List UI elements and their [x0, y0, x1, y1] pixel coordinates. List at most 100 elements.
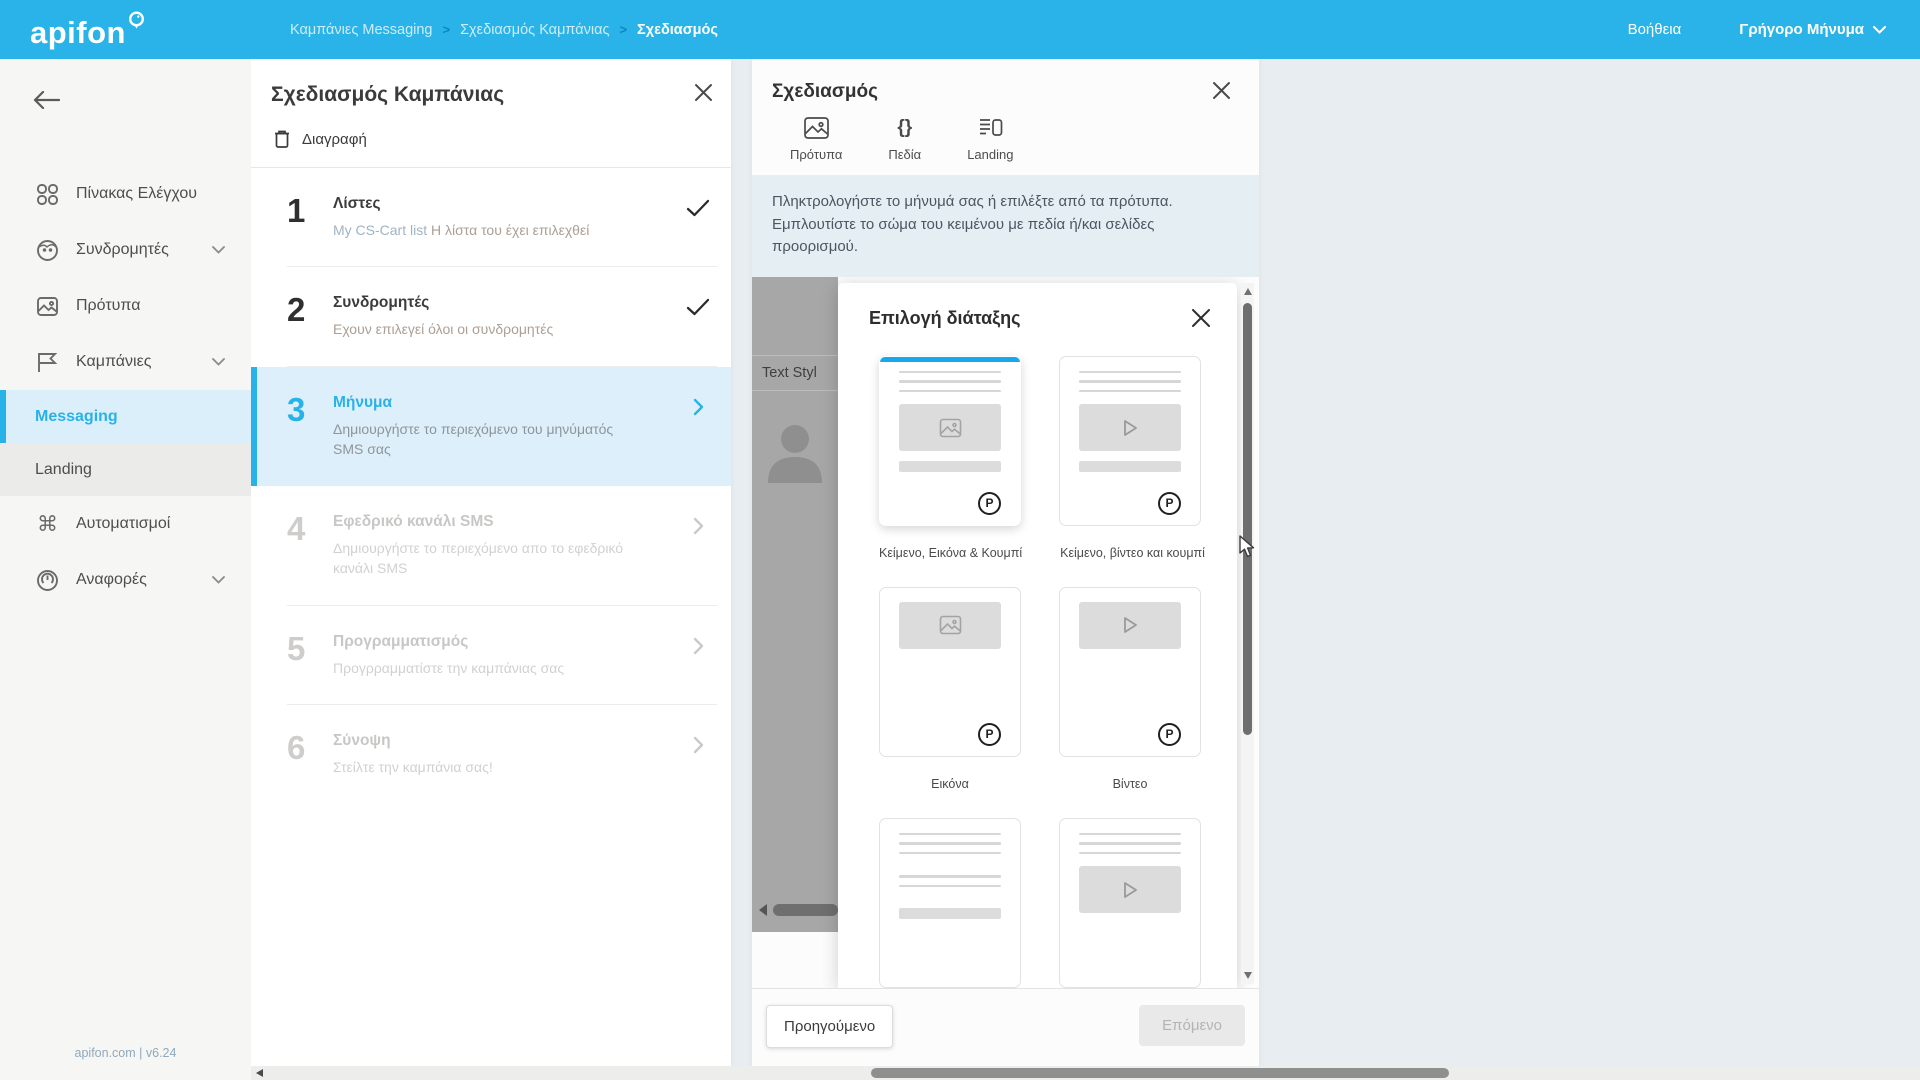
apifon-logo[interactable]: apifon: [0, 11, 250, 48]
scrollbar-thumb[interactable]: [871, 1068, 1449, 1078]
sidebar-item-subscribers[interactable]: Συνδρομητές: [0, 222, 251, 278]
chevron-down-icon: [212, 358, 225, 366]
preview-horizontal-scrollbar[interactable]: [759, 904, 838, 916]
breadcrumb-item[interactable]: Σχεδιασμός Καμπάνιας: [460, 22, 609, 38]
step-title: Λίστες: [333, 195, 671, 213]
design-toolbar: Πρότυπα {} Πεδία Landing: [752, 103, 1259, 175]
landing-page-icon: [977, 115, 1004, 141]
editor-toolbar-clipped: Text Styl: [752, 355, 838, 391]
button-placeholder: [899, 461, 1001, 472]
step-scheduling[interactable]: 5 Προγραμματισμός Προγρραμματίστε την κα…: [251, 606, 731, 705]
close-icon[interactable]: [1191, 308, 1211, 328]
layout-card-label: Εικόνα: [879, 777, 1021, 791]
scrollbar-thumb[interactable]: [1243, 303, 1252, 735]
play-icon: [1120, 615, 1140, 635]
step-fallback-sms[interactable]: 4 Εφεδρικό κανάλι SMS Δημιουργήστε το πε…: [251, 486, 731, 606]
mouse-cursor: [1238, 535, 1258, 558]
scroll-left-arrow-icon[interactable]: [759, 904, 767, 916]
text-line-placeholder: [899, 371, 1001, 374]
tool-label: Landing: [967, 147, 1013, 162]
text-line-placeholder: [899, 842, 1001, 845]
step-subtitle: Δημιουργήστε το περιεχόμενο του μηνύματό…: [333, 419, 633, 460]
step-message[interactable]: 3 Μήνυμα Δημιουργήστε το περιεχόμενο του…: [251, 367, 731, 487]
step-title: Προγραμματισμός: [333, 633, 671, 651]
sidebar-item-landing[interactable]: Landing: [0, 443, 251, 496]
design-content: Text Styl Επιλογή διάταξης: [752, 277, 1259, 989]
info-banner: Πληκτρολογήστε το μήνυμά σας ή επιλέξτε …: [752, 175, 1259, 277]
back-button[interactable]: [33, 91, 60, 109]
sidebar-item-reports[interactable]: Αναφορές: [0, 552, 251, 608]
step-title: Συνδρομητές: [333, 294, 671, 312]
scroll-left-arrow-icon[interactable]: [256, 1069, 263, 1077]
step-subscribers[interactable]: 2 Συνδρομητές Εχουν επιλεγεί όλοι οι συν…: [251, 267, 731, 366]
tool-label: Πρότυπα: [790, 147, 842, 162]
message-editor-preview: Text Styl: [752, 277, 838, 932]
content-vertical-scrollbar[interactable]: [1241, 283, 1254, 985]
layout-card-text-image-button[interactable]: P: [879, 356, 1021, 526]
text-line-placeholder: [1079, 390, 1181, 393]
button-placeholder: [899, 908, 1001, 919]
step-subtitle: Προγρραμματίστε την καμπάνιας σας: [333, 658, 633, 678]
sidebar-item-templates[interactable]: Πρότυπα: [0, 278, 251, 334]
sidebar-item-label: Πρότυπα: [76, 297, 140, 315]
layout-card-video[interactable]: P: [1059, 587, 1201, 757]
subscribers-icon: [34, 238, 61, 263]
chevron-right-icon: [693, 637, 704, 655]
text-line-placeholder: [899, 380, 1001, 383]
scroll-up-arrow-icon[interactable]: [1244, 288, 1252, 295]
sidebar-item-dashboard[interactable]: Πίνακας Ελέγχου: [0, 166, 251, 222]
chevron-right-icon: [693, 736, 704, 754]
chevron-down-icon: [212, 576, 225, 584]
step-number: 6: [287, 732, 333, 777]
chevron-down-icon: [1873, 26, 1886, 34]
help-link[interactable]: Βοήθεια: [1628, 21, 1682, 38]
close-icon[interactable]: [1212, 81, 1231, 100]
breadcrumb-separator: >: [443, 22, 451, 37]
fields-tool-button[interactable]: {} Πεδία: [888, 115, 921, 162]
previous-button[interactable]: Προηγούμενο: [766, 1005, 893, 1048]
text-line-placeholder: [1079, 842, 1181, 845]
sidebar-item-label: Αναφορές: [76, 571, 147, 589]
layout-card-label: Κείμενο, Εικόνα & Κουμπί: [879, 546, 1022, 560]
layout-card-text[interactable]: [879, 818, 1021, 988]
layout-chooser-modal: Επιλογή διάταξης P: [838, 283, 1237, 989]
campaigns-flag-icon: [34, 350, 61, 375]
breadcrumb: Καμπάνιες Messaging > Σχεδιασμός Καμπάνι…: [290, 22, 718, 38]
arrow-left-icon: [33, 91, 60, 109]
layout-card-text-video-button[interactable]: P: [1059, 356, 1201, 526]
sidebar-item-label: Συνδρομητές: [76, 241, 169, 259]
step-lists[interactable]: 1 Λίστες My CS-Cart list Η λίστα του έχε…: [251, 168, 731, 267]
trash-icon: [273, 129, 291, 149]
reports-icon: [34, 568, 61, 593]
panel-title: Σχεδιασμός Καμπάνιας: [271, 83, 504, 107]
sidebar-item-label: Αυτοματισμοί: [76, 515, 170, 533]
templates-tool-button[interactable]: Πρότυπα: [790, 115, 842, 162]
step-summary[interactable]: 6 Σύνοψη Στείλτε την καμπάνια σας!: [251, 705, 731, 804]
delete-campaign-button[interactable]: Διαγραφή: [273, 129, 713, 149]
scrollbar-thumb[interactable]: [773, 904, 838, 916]
breadcrumb-item[interactable]: Καμπάνιες Messaging: [290, 22, 433, 38]
step-title: Εφεδρικό κανάλι SMS: [333, 513, 671, 531]
sidebar-item-automations[interactable]: ⌘ Αυτοματισμοί: [0, 496, 251, 552]
delete-label: Διαγραφή: [302, 131, 367, 148]
sidebar-item-messaging[interactable]: Messaging: [0, 390, 251, 443]
close-icon[interactable]: [694, 83, 713, 102]
scroll-down-arrow-icon[interactable]: [1244, 972, 1252, 979]
layout-card-text-video[interactable]: [1059, 818, 1201, 988]
chevron-down-icon: [212, 246, 225, 254]
breadcrumb-current: Σχεδιασμός: [637, 22, 718, 38]
page-horizontal-scrollbar[interactable]: [251, 1066, 1920, 1080]
image-placeholder: [899, 404, 1001, 451]
chevron-right-icon: [693, 517, 704, 535]
step-number: 3: [287, 394, 333, 460]
sidebar-item-label: Landing: [35, 461, 92, 479]
quick-message-menu[interactable]: Γρήγορο Μήνυμα: [1739, 21, 1886, 38]
layout-card-image[interactable]: P: [879, 587, 1021, 757]
braces-icon: {}: [897, 115, 912, 141]
landing-tool-button[interactable]: Landing: [967, 115, 1013, 162]
step-number: 4: [287, 513, 333, 579]
step-subtitle: Εχουν επιλεγεί όλοι οι συνδρομητές: [333, 319, 633, 339]
text-line-placeholder: [899, 390, 1001, 393]
next-button[interactable]: Επόμενο: [1139, 1005, 1245, 1046]
sidebar-item-campaigns[interactable]: Καμπάνιες: [0, 334, 251, 390]
